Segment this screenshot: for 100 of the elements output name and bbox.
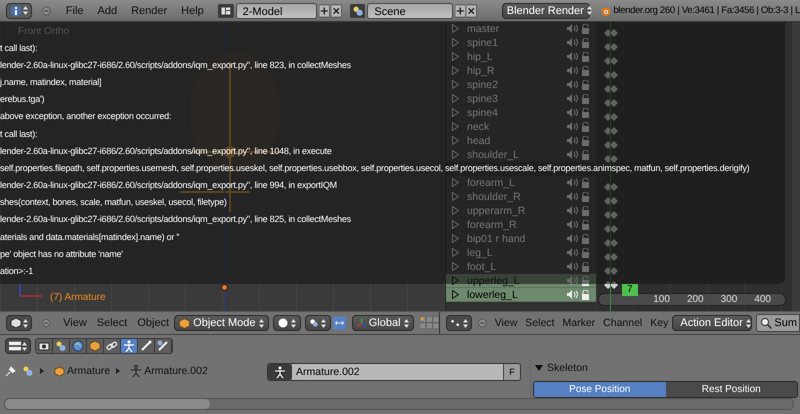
speaker-icon[interactable] [567,150,578,159]
collapse-icon[interactable] [42,318,50,328]
scrollbar[interactable] [792,22,800,311]
editor-type-button[interactable] [6,2,32,18]
collapse-icon[interactable] [42,6,51,16]
properties-tab[interactable] [70,339,87,353]
channel-row[interactable]: leg_L [446,246,596,260]
speaker-icon[interactable] [567,220,578,229]
editor-mode-dropdown[interactable]: Action Editor [672,315,752,331]
orientation-dropdown[interactable]: Global [352,315,414,331]
editor-type-button[interactable] [446,315,472,331]
current-frame-marker[interactable]: 7 [622,284,638,296]
pin-icon[interactable] [5,366,16,376]
properties-tab[interactable] [53,339,70,353]
speaker-icon[interactable] [567,206,578,215]
speaker-icon[interactable] [567,234,578,243]
speaker-icon[interactable] [567,38,578,47]
timeline-scrollbar[interactable]: 100 200 300 400 [598,293,786,306]
channel-row[interactable]: foot_L [446,260,596,274]
channel-row[interactable]: spine3 [446,92,596,106]
scrollbar-thumb[interactable] [5,399,210,409]
position-toggle[interactable]: Rest Position [666,382,797,397]
menu-item[interactable]: Add [90,4,124,16]
speaker-icon[interactable] [567,80,578,89]
channel-row[interactable]: head [446,134,596,148]
error-line: erebus.tga') [0,94,44,104]
scene-field[interactable]: Scene [367,2,453,18]
channel-row[interactable]: lowerleg_L [446,288,596,302]
menu-item[interactable]: Render [124,4,174,16]
menu-item[interactable]: Select [521,317,558,329]
properties-tab[interactable] [104,339,121,353]
channel-row[interactable]: bip01 r hand [446,232,596,246]
error-line: pe' object has no attribute 'name' [0,248,123,259]
menu-item[interactable]: Channel [599,317,646,329]
menu-item[interactable]: Object [132,317,174,329]
editor-type-button[interactable] [5,338,31,354]
speaker-icon[interactable] [567,66,578,75]
channel-row[interactable]: forearm_L [446,176,596,190]
channel-row[interactable]: forearm_R [446,218,596,232]
summary-button[interactable]: Sum [756,314,800,332]
speaker-icon[interactable] [567,262,578,271]
up-down-arrows-icon [23,318,28,328]
panel-title[interactable]: Skeleton [547,362,588,374]
close-icon[interactable] [466,4,477,18]
properties-tab[interactable] [138,339,155,353]
speaker-icon[interactable] [567,122,578,131]
properties-tab[interactable] [121,339,138,353]
shading-dropdown[interactable] [272,315,301,331]
error-line: t call last): [0,42,38,53]
menu-item[interactable]: File [58,4,91,16]
speaker-icon[interactable] [567,136,578,145]
menu-item[interactable]: View [490,317,522,329]
menu-item[interactable]: Help [174,4,211,16]
manipulator-toggle-icon[interactable] [332,315,346,331]
position-toggle[interactable]: Pose Position [534,382,666,397]
channel-row[interactable]: shoulder_R [446,190,596,204]
channel-row[interactable]: neck [446,120,596,134]
speaker-icon[interactable] [567,24,578,33]
add-icon[interactable] [454,4,466,18]
channel-row[interactable]: hip_R [446,64,596,78]
keyframe-icon[interactable] [604,281,618,289]
error-line: above exception, another exception occurred: [0,111,172,122]
speaker-icon[interactable] [567,248,578,257]
scene-icon[interactable] [350,2,366,18]
menu-item[interactable]: Select [92,317,132,329]
collapse-icon[interactable] [478,318,487,328]
menu-item[interactable]: Marker [558,317,600,329]
speaker-icon[interactable] [567,290,578,299]
menu-item[interactable]: Key [646,317,672,329]
collapse-triangle-icon[interactable] [535,364,543,372]
channel-row[interactable]: spine1 [446,36,596,50]
render-engine-dropdown[interactable]: Blender Render [502,2,590,18]
close-icon[interactable] [330,4,342,18]
frame-number: 200 [686,294,704,305]
screen-layout-icon[interactable] [218,2,234,18]
mode-dropdown[interactable]: Object Mode [174,315,269,331]
layers-icon[interactable] [420,315,439,331]
channel-row[interactable]: shoulder_L [446,148,596,162]
speaker-icon[interactable] [567,94,578,103]
object-origin-icon [221,284,228,291]
speaker-icon[interactable] [567,52,578,61]
channel-row[interactable]: hip_L [446,50,596,64]
channel-row[interactable]: spine2 [446,78,596,92]
speaker-icon[interactable] [567,192,578,201]
screen-layout-field[interactable]: 2-Model [236,2,318,18]
speaker-icon[interactable] [567,178,578,187]
properties-tab[interactable] [36,339,53,353]
lock-icon[interactable] [581,276,590,286]
channel-row[interactable]: upperarm_R [446,204,596,218]
channel-row[interactable]: spine4 [446,106,596,120]
editor-type-button[interactable] [6,315,32,331]
channel-name: hip_L [467,50,494,62]
menu-item[interactable]: View [58,317,92,329]
channel-row[interactable]: master [446,22,596,36]
add-icon[interactable] [319,4,330,18]
pivot-dropdown[interactable] [304,315,331,331]
speaker-icon[interactable] [567,108,578,117]
object-label: (7) Armature [50,292,106,303]
properties-tab[interactable] [155,339,172,353]
properties-tab[interactable] [87,339,104,353]
